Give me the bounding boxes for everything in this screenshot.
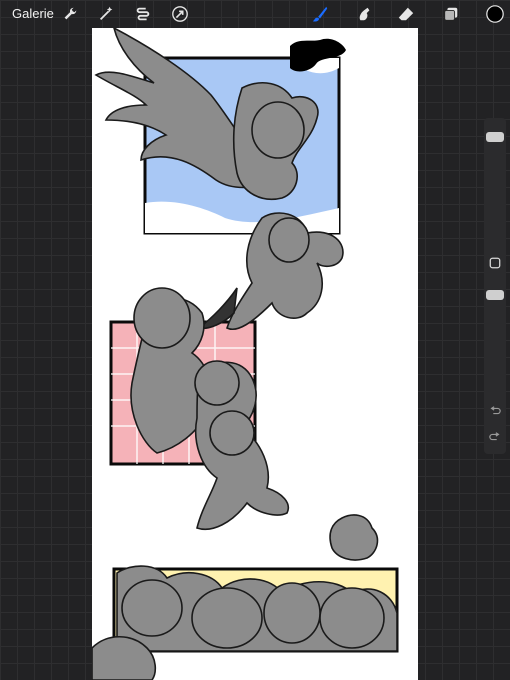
brush-icon[interactable]	[310, 4, 330, 24]
modify-button[interactable]	[488, 256, 502, 270]
gallery-button[interactable]: Galerie	[12, 6, 54, 21]
wrench-icon[interactable]	[60, 4, 80, 24]
side-slider-bar	[484, 118, 506, 454]
opacity-slider[interactable]	[486, 290, 504, 300]
color-swatch-icon[interactable]	[484, 3, 506, 25]
layers-icon[interactable]	[441, 4, 461, 24]
transform-arrow-icon[interactable]	[170, 4, 190, 24]
brush-size-slider[interactable]	[486, 132, 504, 142]
redo-icon[interactable]	[488, 430, 502, 444]
selection-icon[interactable]	[133, 4, 153, 24]
undo-icon[interactable]	[488, 404, 502, 418]
drawing-canvas[interactable]	[92, 28, 418, 680]
eraser-icon[interactable]	[396, 4, 416, 24]
smudge-icon[interactable]	[354, 4, 374, 24]
top-toolbar: Galerie	[0, 0, 510, 28]
artwork	[92, 28, 399, 680]
magic-wand-icon[interactable]	[96, 4, 116, 24]
